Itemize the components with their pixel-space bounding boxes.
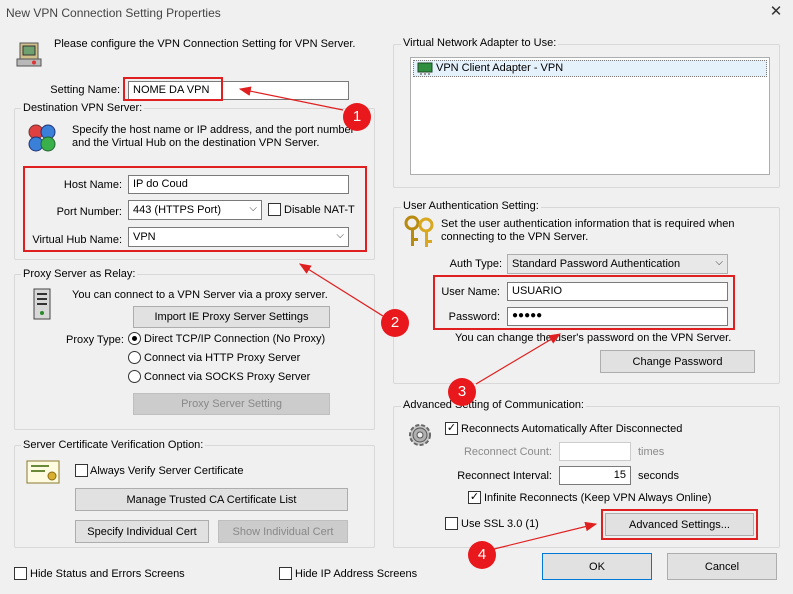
annotation-arrows [238,86,598,550]
annotation-badge-3: 3 [448,378,476,406]
annotation-badge-2: 2 [381,309,409,337]
annotation-badge-1: 1 [343,103,371,131]
annotation-badge-4: 4 [468,541,496,569]
